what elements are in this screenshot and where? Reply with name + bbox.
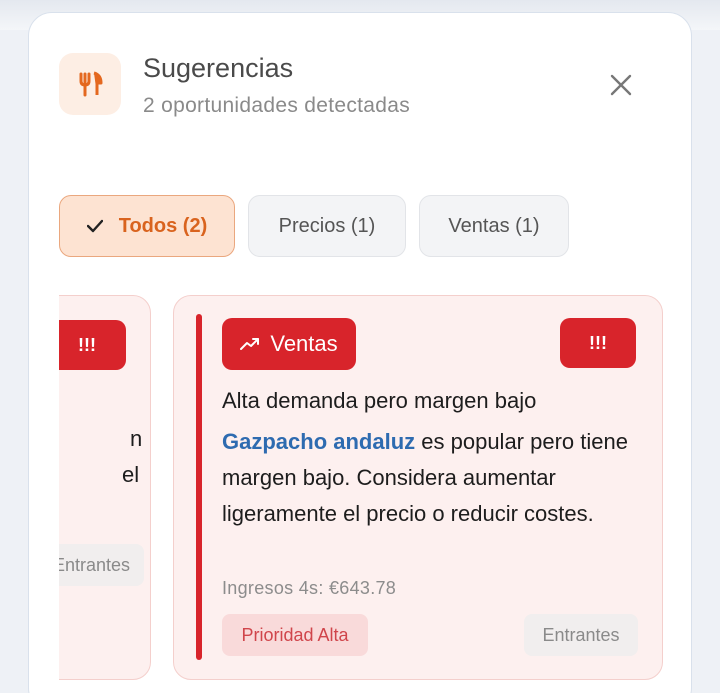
trending-up-icon xyxy=(240,338,260,350)
dish-link[interactable]: Gazpacho andaluz xyxy=(222,429,415,454)
close-button[interactable] xyxy=(603,67,639,103)
category-badge: Ventas xyxy=(222,318,356,370)
category-tag: Entrantes xyxy=(59,544,144,586)
suggestion-body: Gazpacho andaluz es popular pero tiene m… xyxy=(222,424,642,532)
filter-ventas[interactable]: Ventas (1) xyxy=(419,195,569,257)
filter-precios[interactable]: Precios (1) xyxy=(248,195,406,257)
filter-ventas-label: Ventas (1) xyxy=(448,214,540,237)
filter-todos[interactable]: Todos (2) xyxy=(59,195,235,257)
category-tag: Entrantes xyxy=(524,614,638,656)
priority-label: Prioridad Alta xyxy=(222,614,368,656)
suggestion-card[interactable]: Ventas !!! Alta demanda pero margen bajo… xyxy=(173,295,663,680)
card-text-fragment: n xyxy=(130,426,143,451)
card-text-fragment: el xyxy=(122,462,140,487)
suggestion-title: Alta demanda pero margen bajo xyxy=(222,388,537,413)
filter-todos-label: Todos (2) xyxy=(118,214,208,237)
suggestion-card-previous[interactable]: !!! n el Entrantes xyxy=(59,295,151,680)
suggestions-panel: Sugerencias 2 oportunidades detectadas T… xyxy=(28,12,692,693)
priority-badge: !!! xyxy=(560,318,636,368)
category-badge-label: Ventas xyxy=(270,331,338,356)
revenue-stat: Ingresos 4s: €643.78 xyxy=(222,578,397,598)
check-icon xyxy=(86,219,103,233)
priority-badge: !!! xyxy=(59,320,126,370)
fork-knife-icon xyxy=(59,53,121,115)
filter-precios-label: Precios (1) xyxy=(278,214,376,237)
panel-subtitle: 2 oportunidades detectadas xyxy=(143,94,410,117)
priority-accent-bar xyxy=(196,314,202,660)
close-icon xyxy=(610,74,632,96)
panel-title: Sugerencias xyxy=(143,53,294,83)
suggestions-carousel[interactable]: !!! n el Entrantes Ventas !!! Alta deman… xyxy=(59,295,691,693)
